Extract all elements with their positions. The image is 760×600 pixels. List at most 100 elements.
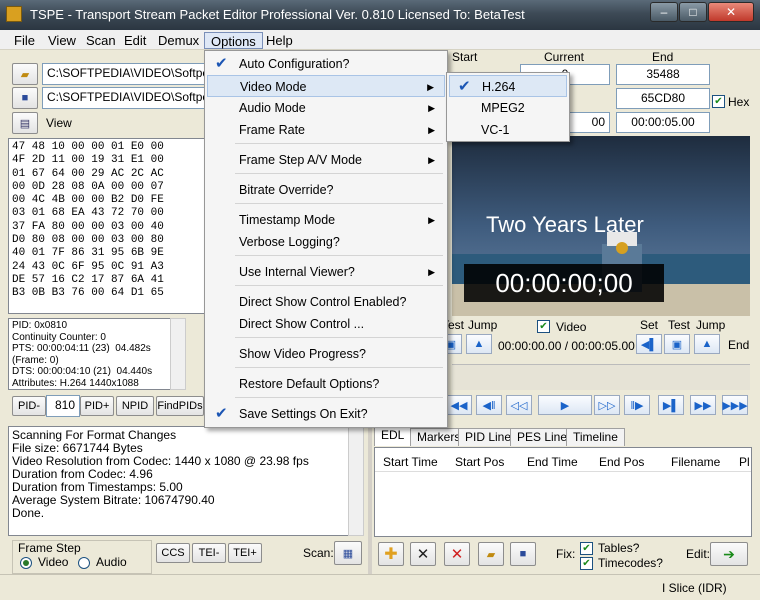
menu-edit[interactable]: Edit: [118, 32, 152, 49]
jump-end-icon[interactable]: ▲: [694, 334, 720, 354]
folder-icon[interactable]: ▰: [478, 542, 504, 566]
col-pl[interactable]: Pl: [739, 455, 750, 469]
forward-icon[interactable]: ▷▷: [594, 395, 620, 415]
step-forward-icon[interactable]: ‖▶: [624, 395, 650, 415]
packet-info-panel[interactable]: PID: 0x0810 Continuity Counter: 0 PTS: 0…: [8, 318, 186, 390]
close-button[interactable]: ✕: [708, 2, 754, 22]
video-radio[interactable]: [20, 557, 32, 569]
pid-plus-button[interactable]: PID+: [80, 396, 114, 416]
packet-info-scrollbar[interactable]: [170, 318, 186, 390]
input-path-field[interactable]: C:\SOFTPEDIA\VIDEO\Softped: [42, 63, 210, 85]
play-icon[interactable]: ▶: [538, 395, 592, 415]
video-mode-mpeg2[interactable]: MPEG2: [449, 97, 567, 119]
col-end-time[interactable]: End Time: [527, 455, 578, 469]
findpids-button[interactable]: FindPIDs: [156, 396, 204, 416]
step-back-icon[interactable]: ◀‖: [476, 395, 502, 415]
menu-view[interactable]: View: [42, 32, 82, 49]
hex-dump-panel[interactable]: 47 48 10 00 00 01 E0 00 4F 2D 11 00 19 3…: [8, 138, 208, 314]
menu-demux[interactable]: Demux: [152, 32, 205, 49]
add-icon[interactable]: ✚: [378, 542, 404, 566]
hex-checkbox[interactable]: ✔: [712, 95, 725, 108]
submenu-arrow-icon: ▶: [428, 155, 435, 165]
options-item-restore-default-options[interactable]: Restore Default Options?: [207, 373, 445, 395]
menu-help[interactable]: Help: [260, 32, 299, 49]
options-item-direct-show-control-enabled[interactable]: Direct Show Control Enabled?: [207, 291, 445, 313]
skip-forward-icon[interactable]: ▶▶▶: [722, 395, 748, 415]
menu-separator: [235, 285, 443, 286]
log-panel[interactable]: Scanning For Format Changes File size: 6…: [8, 426, 364, 536]
options-item-audio-mode[interactable]: Audio Mode ▶: [207, 97, 445, 119]
tab-timeline[interactable]: Timeline: [566, 428, 625, 446]
options-item-use-internal-viewer[interactable]: Use Internal Viewer? ▶: [207, 261, 445, 283]
next-icon[interactable]: ▶▌: [658, 395, 684, 415]
view-icon[interactable]: ▤: [12, 112, 38, 134]
options-item-label: Direct Show Control ...: [239, 317, 365, 331]
video-mode-vc-1[interactable]: VC-1: [449, 119, 567, 141]
set-end-icon[interactable]: ◀▌: [636, 334, 662, 354]
scan-icon[interactable]: ▦: [334, 541, 362, 565]
options-item-frame-rate[interactable]: Frame Rate ▶: [207, 119, 445, 141]
edl-table[interactable]: Start Time Start Pos End Time End Pos Fi…: [374, 447, 752, 537]
timecodes-checkbox[interactable]: ✔: [580, 557, 593, 570]
video-radio-label: Video: [38, 555, 69, 569]
video-preview[interactable]: Two Years Later 00:00:00;00: [452, 136, 750, 316]
frame-step-label: Frame Step: [18, 541, 81, 555]
menu-file[interactable]: File: [8, 32, 41, 49]
options-item-direct-show-control[interactable]: Direct Show Control ...: [207, 313, 445, 335]
rewind-icon[interactable]: ◁◁: [506, 395, 532, 415]
options-item-label: Verbose Logging?: [239, 235, 340, 249]
menu-scan[interactable]: Scan: [80, 32, 122, 49]
save-icon[interactable]: ■: [12, 87, 38, 109]
end-time-field[interactable]: 00:00:05.00: [616, 112, 710, 133]
minimize-button[interactable]: –: [650, 2, 678, 22]
pid-value-field[interactable]: 810: [46, 395, 80, 417]
menu-bar: File View Scan Edit Demux Options Help: [0, 30, 760, 50]
remove-icon[interactable]: ✕: [410, 542, 436, 566]
tab-edl[interactable]: EDL: [374, 426, 412, 446]
skip-back-icon[interactable]: ◀◀: [446, 395, 472, 415]
ccs-button[interactable]: CCS: [156, 543, 190, 563]
open-folder-icon[interactable]: ▰: [12, 63, 38, 85]
options-item-label: Show Video Progress?: [239, 347, 366, 361]
position-slider[interactable]: [452, 364, 750, 390]
options-item-label: Timestamp Mode: [239, 213, 336, 227]
options-item-auto-configuration[interactable]: Auto Configuration? ✔: [207, 53, 445, 75]
log-scrollbar[interactable]: [348, 426, 364, 536]
current-label: Current: [544, 50, 585, 64]
options-item-verbose-logging[interactable]: Verbose Logging?: [207, 231, 445, 253]
options-item-label: Bitrate Override?: [239, 183, 334, 197]
status-bar: I Slice (IDR): [0, 574, 760, 600]
options-item-frame-step-a-v-mode[interactable]: Frame Step A/V Mode ▶: [207, 149, 445, 171]
menu-options[interactable]: Options: [204, 32, 263, 49]
jump-start-icon[interactable]: ▲: [466, 334, 492, 354]
audio-radio[interactable]: [78, 557, 90, 569]
video-checkbox[interactable]: ✔: [537, 320, 550, 333]
end-hex-field[interactable]: 65CD80: [616, 88, 710, 109]
col-start-time[interactable]: Start Time: [383, 455, 438, 469]
options-item-label: Auto Configuration?: [239, 57, 350, 71]
col-start-pos[interactable]: Start Pos: [455, 455, 504, 469]
maximize-button[interactable]: □: [679, 2, 707, 22]
tei-minus-button[interactable]: TEI-: [192, 543, 226, 563]
col-filename[interactable]: Filename: [671, 455, 720, 469]
save-edl-icon[interactable]: ■: [510, 542, 536, 566]
end-packet-field[interactable]: 35488: [616, 64, 710, 85]
tei-plus-button[interactable]: TEI+: [228, 543, 262, 563]
options-item-save-settings-on-exit[interactable]: Save Settings On Exit? ✔: [207, 403, 445, 425]
fast-forward-icon[interactable]: ▶▶: [690, 395, 716, 415]
tab-pes-line[interactable]: PES Line: [510, 428, 575, 446]
tables-checkbox[interactable]: ✔: [580, 542, 593, 555]
time-range: 00:00:00.00 / 00:00:05.00: [498, 339, 635, 353]
edit-go-icon[interactable]: ➔: [710, 542, 748, 566]
col-end-pos[interactable]: End Pos: [599, 455, 644, 469]
delete-icon[interactable]: ✕: [444, 542, 470, 566]
pid-minus-button[interactable]: PID-: [12, 396, 46, 416]
options-item-show-video-progress[interactable]: Show Video Progress?: [207, 343, 445, 365]
options-item-video-mode[interactable]: Video Mode ▶: [207, 75, 445, 97]
options-item-bitrate-override[interactable]: Bitrate Override?: [207, 179, 445, 201]
output-path-field[interactable]: C:\SOFTPEDIA\VIDEO\Softped: [42, 87, 210, 109]
options-item-timestamp-mode[interactable]: Timestamp Mode ▶: [207, 209, 445, 231]
video-mode-h-264[interactable]: H.264 ✔: [449, 75, 567, 97]
test-end-icon[interactable]: ▣: [664, 334, 690, 354]
npid-button[interactable]: NPID: [116, 396, 154, 416]
